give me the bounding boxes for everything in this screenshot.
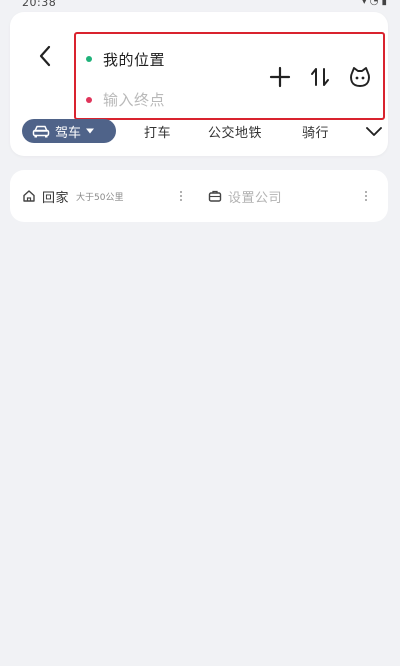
tab-transit[interactable]: 公交地铁 bbox=[208, 122, 262, 141]
status-time: 20:38 bbox=[22, 0, 57, 9]
swap-route-button[interactable] bbox=[307, 64, 333, 90]
expand-modes-button[interactable] bbox=[364, 121, 384, 141]
battery-icon: ▮ bbox=[381, 0, 390, 7]
add-waypoint-button[interactable] bbox=[267, 64, 293, 90]
wifi-icon: ◔ bbox=[369, 0, 382, 7]
tab-drive[interactable]: 驾车 bbox=[22, 119, 116, 143]
assistant-icon bbox=[350, 67, 370, 87]
car-icon bbox=[32, 124, 50, 138]
home-distance: 大于50公里 bbox=[76, 192, 124, 203]
route-card: 我的位置 输入终点 驾车 打车 公交地铁 骑行 bbox=[10, 12, 388, 156]
back-button[interactable] bbox=[32, 42, 58, 70]
origin-dot bbox=[86, 56, 92, 62]
company-more-button[interactable] bbox=[363, 188, 369, 204]
briefcase-icon bbox=[208, 189, 222, 203]
route-actions bbox=[253, 64, 373, 90]
home-more-button[interactable] bbox=[178, 188, 184, 204]
destination-input[interactable] bbox=[103, 91, 223, 109]
tab-taxi[interactable]: 打车 bbox=[144, 122, 171, 141]
shortcut-home[interactable]: 回家 大于50公里 bbox=[22, 187, 124, 206]
home-label: 回家 bbox=[42, 190, 70, 206]
shortcut-company[interactable]: 设置公司 bbox=[208, 187, 283, 206]
add-icon bbox=[269, 66, 291, 88]
destination-row[interactable] bbox=[86, 88, 223, 112]
origin-label[interactable]: 我的位置 bbox=[103, 49, 165, 70]
swap-icon bbox=[311, 68, 329, 86]
status-icons: ▾◔▮ bbox=[362, 0, 390, 7]
chevron-down-icon bbox=[366, 127, 382, 136]
chevron-left-icon bbox=[39, 45, 51, 67]
tab-cycling[interactable]: 骑行 bbox=[302, 122, 329, 141]
signal-icon: ▾ bbox=[361, 0, 370, 7]
home-icon bbox=[22, 189, 36, 203]
shortcuts-card: 回家 大于50公里 设置公司 bbox=[10, 170, 388, 222]
travel-mode-tabs: 驾车 打车 公交地铁 骑行 bbox=[22, 117, 382, 145]
caret-down-icon bbox=[85, 127, 95, 135]
company-placeholder: 设置公司 bbox=[228, 190, 283, 206]
destination-dot bbox=[86, 97, 92, 103]
route-input-box: 我的位置 bbox=[74, 32, 385, 120]
tab-drive-label: 驾车 bbox=[55, 125, 82, 141]
assistant-button[interactable] bbox=[347, 64, 373, 90]
origin-row[interactable]: 我的位置 bbox=[86, 47, 165, 71]
